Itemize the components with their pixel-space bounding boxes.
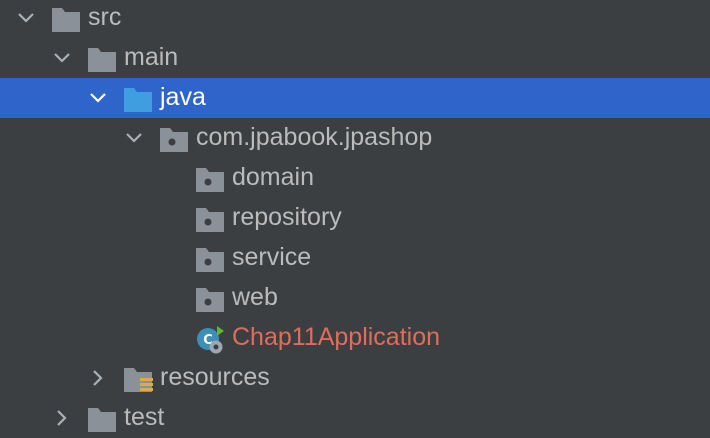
resources-folder-icon [123, 365, 153, 393]
folder-icon [51, 5, 81, 33]
folder-icon [87, 45, 117, 73]
tree-row-resources[interactable]: resources [0, 358, 710, 398]
tree-label-service: service [232, 243, 312, 271]
package-icon [195, 245, 225, 273]
tree-row-java[interactable]: java [0, 78, 710, 118]
tree-label-main: main [124, 43, 179, 71]
package-icon [195, 205, 225, 233]
tree-label-test: test [124, 403, 165, 431]
tree-row-domain[interactable]: domain [0, 158, 710, 198]
tree-row-repository[interactable]: repository [0, 198, 710, 238]
package-icon [195, 285, 225, 313]
source-root-folder-icon [123, 85, 153, 113]
tree-label-resources: resources [160, 363, 270, 391]
chevron-down-icon[interactable] [16, 8, 36, 28]
chevron-down-icon[interactable] [124, 128, 144, 148]
tree-label-java: java [160, 83, 206, 111]
tree-label-app: Chap11Application [232, 323, 441, 351]
chevron-right-icon[interactable] [52, 408, 72, 428]
tree-label-package: com.jpabook.jpashop [196, 123, 433, 151]
tree-label-domain: domain [232, 163, 314, 191]
tree-row-main[interactable]: main [0, 38, 710, 78]
package-icon [159, 125, 189, 153]
spring-boot-app-icon: C [195, 325, 225, 354]
tree-row-web[interactable]: web [0, 278, 710, 318]
project-tree: src main java com.jpabook.jpashop domain… [0, 0, 710, 438]
tree-row-service[interactable]: service [0, 238, 710, 278]
chevron-down-icon[interactable] [52, 48, 72, 68]
tree-row-test[interactable]: test [0, 398, 710, 438]
folder-icon [87, 405, 117, 433]
chevron-down-icon[interactable] [88, 88, 108, 108]
chevron-right-icon[interactable] [88, 368, 108, 388]
package-icon [195, 165, 225, 193]
tree-label-repository: repository [232, 203, 342, 231]
tree-row-package[interactable]: com.jpabook.jpashop [0, 118, 710, 158]
tree-row-src[interactable]: src [0, 0, 710, 38]
tree-label-src: src [88, 3, 122, 31]
tree-label-web: web [232, 283, 278, 311]
tree-row-app[interactable]: C Chap11Application [0, 318, 710, 358]
